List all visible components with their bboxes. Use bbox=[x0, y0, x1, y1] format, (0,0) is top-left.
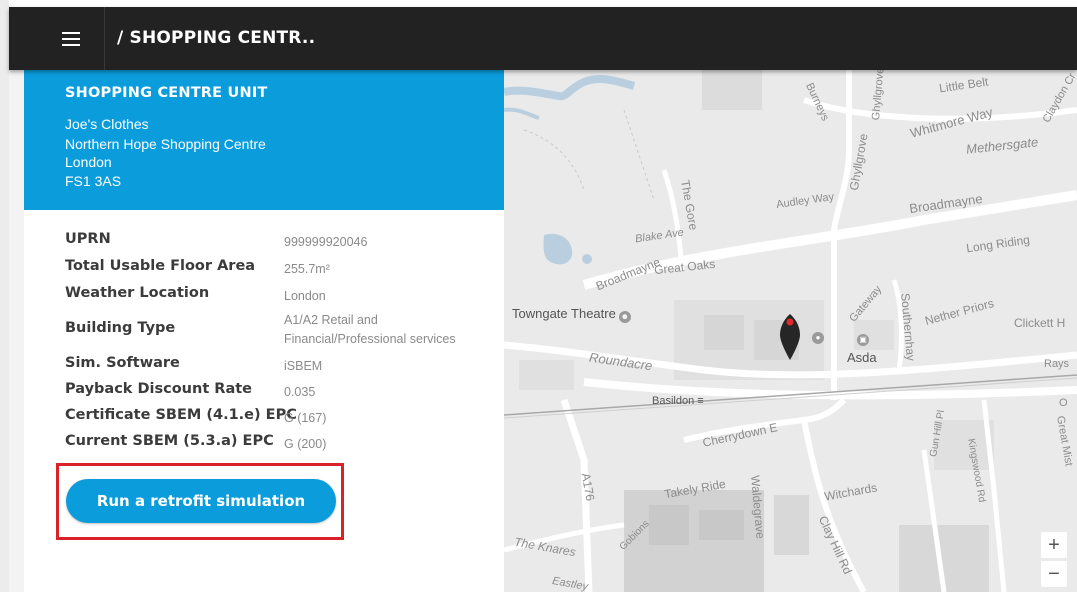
map-label: O bbox=[1059, 397, 1068, 409]
app-bar: / SHOPPING CENTR.. bbox=[9, 7, 1077, 70]
detail-label: UPRN bbox=[65, 231, 111, 247]
address-line: FS1 3AS bbox=[65, 173, 122, 189]
detail-label: Current SBEM (5.3.a) EPC bbox=[65, 433, 274, 449]
detail-label: Payback Discount Rate bbox=[65, 381, 253, 397]
map[interactable]: Little Belt Burneys Ghyllgrove Whitmore … bbox=[504, 70, 1077, 592]
map-label: Clickett H bbox=[1014, 316, 1066, 330]
detail-label: Weather Location bbox=[65, 285, 210, 301]
detail-label: Certificate SBEM (4.1.e) EPC bbox=[65, 407, 297, 423]
address-line: Northern Hope Shopping Centre bbox=[65, 136, 266, 152]
theatre-icon: ☻ bbox=[618, 311, 631, 323]
detail-value: 255.7m² bbox=[284, 262, 330, 276]
map-label-basildon-station: Basildon ≡ bbox=[652, 395, 704, 407]
zoom-out-button[interactable]: − bbox=[1041, 561, 1067, 587]
detail-label: Sim. Software bbox=[65, 355, 180, 371]
address-line: Joe's Clothes bbox=[65, 116, 149, 132]
detail-label: Total Usable Floor Area bbox=[65, 258, 256, 274]
app-bar-divider bbox=[104, 7, 105, 70]
shopping-cart-icon: ▣ bbox=[857, 334, 869, 346]
detail-value: London bbox=[284, 289, 326, 303]
detail-value: A1/A2 Retail and bbox=[284, 313, 378, 327]
address-line: London bbox=[65, 154, 112, 170]
detail-value: G (167) bbox=[284, 411, 327, 425]
run-retrofit-simulation-button[interactable]: Run a retrofit simulation bbox=[66, 479, 336, 523]
detail-value: 0.035 bbox=[284, 385, 316, 399]
page-title: / SHOPPING CENTR.. bbox=[117, 28, 316, 48]
map-label-asda: Asda bbox=[847, 350, 877, 365]
left-margin bbox=[0, 0, 9, 592]
detail-label: Building Type bbox=[65, 320, 176, 336]
zoom-in-button[interactable]: + bbox=[1041, 532, 1067, 558]
detail-value: Financial/Professional services bbox=[284, 332, 456, 346]
detail-value: iSBEM bbox=[284, 359, 323, 373]
detail-value: 999999920046 bbox=[284, 235, 368, 249]
property-type-heading: SHOPPING CENTRE UNIT bbox=[65, 85, 268, 101]
detail-value: G (200) bbox=[284, 437, 327, 451]
map-label-towngate-theatre: Towngate Theatre ☻ bbox=[512, 306, 631, 323]
map-label: Rays bbox=[1044, 358, 1070, 370]
shop-icon: ● bbox=[812, 332, 824, 344]
map-label: Towngate Theatre bbox=[512, 306, 616, 321]
panel-gap bbox=[9, 70, 24, 592]
map-label: Basildon bbox=[652, 395, 695, 407]
hamburger-menu-icon[interactable] bbox=[62, 32, 80, 46]
property-card: SHOPPING CENTRE UNIT Joe's Clothes North… bbox=[24, 70, 504, 210]
